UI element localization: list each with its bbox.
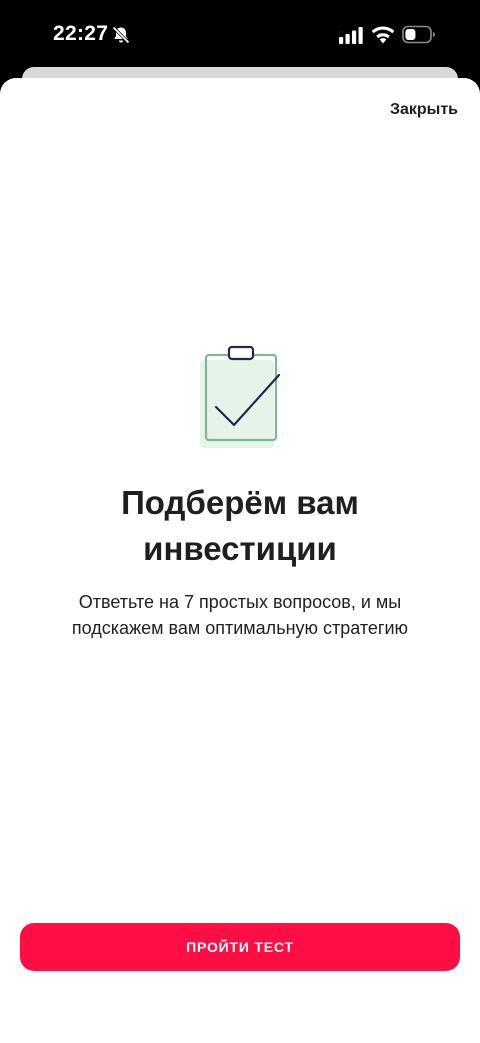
- battery-icon: [402, 25, 435, 44]
- start-test-button[interactable]: ПРОЙТИ ТЕСТ: [20, 923, 460, 971]
- status-time: 22:27: [53, 22, 109, 45]
- bell-muted-icon: [112, 26, 130, 44]
- clipboard-check-icon: [200, 345, 281, 448]
- page-title: Подберём вам инвестиции: [121, 484, 359, 567]
- status-bar: 22:27: [0, 0, 480, 68]
- bottom-sheet: Закрыть Подберём вам инвестиции Ответьте…: [0, 78, 480, 1043]
- close-button[interactable]: Закрыть: [390, 101, 458, 119]
- signal-icon: [339, 27, 363, 44]
- screen: 22:27 Закрыть Подберём вам инвестиции От…: [0, 0, 480, 1043]
- wifi-icon: [371, 26, 395, 44]
- page-subtitle: Ответьте на 7 простых вопросов, и мы под…: [71, 592, 409, 638]
